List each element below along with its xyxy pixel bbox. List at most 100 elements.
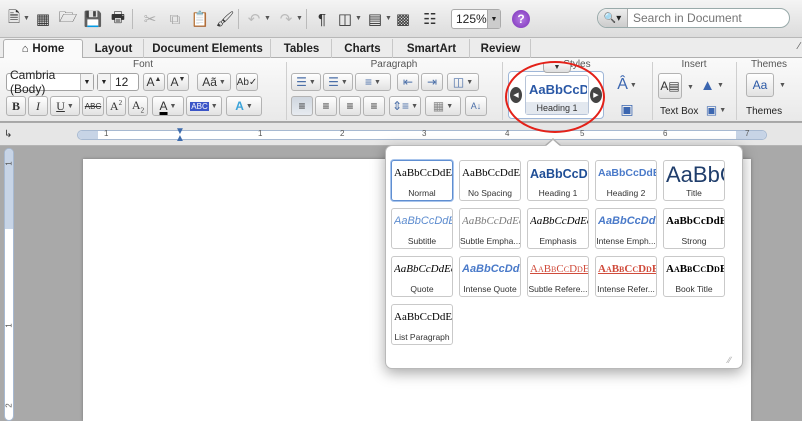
tab-home[interactable]: ⌂ Home — [3, 39, 83, 58]
line-spacing-button[interactable]: ⇕≡ ▼ — [389, 96, 421, 116]
grow-font-button[interactable]: A▲ — [143, 73, 165, 91]
chevron-down-icon[interactable]: ▼ — [98, 74, 111, 90]
style-tile-intense-emphasis[interactable]: AaBbCcDdE Intense Emph... — [595, 208, 657, 249]
clear-formatting-button[interactable]: Ab✓ — [236, 73, 258, 91]
styles-gallery[interactable]: ◀ AaBbCcDc Heading 1 ▶ — [508, 71, 604, 119]
paste-icon[interactable]: 📋 — [190, 9, 210, 29]
align-right-button[interactable]: ≡ — [339, 96, 361, 116]
open-folder-icon[interactable]: 🗁 — [58, 9, 78, 29]
tab-document-elements[interactable]: Document Elements — [145, 39, 271, 58]
underline-button[interactable]: U ▼ — [50, 96, 80, 116]
shapes-button[interactable]: ▲ ▼ — [697, 73, 727, 97]
style-tile-list-paragraph[interactable]: AaBbCcDdEe List Paragraph — [391, 304, 453, 345]
search-field[interactable]: 🔍▾ — [597, 8, 790, 28]
vertical-ruler[interactable]: 1 1 2 — [4, 148, 14, 421]
style-tile-heading-1[interactable]: AaBbCcDc Heading 1 — [525, 75, 589, 115]
format-painter-icon[interactable]: 🖌 — [215, 9, 235, 29]
increase-indent-button[interactable]: ⇥ — [421, 73, 443, 91]
style-tile-book-title[interactable]: AaBbCcDdEe Book Title — [663, 256, 725, 297]
toolbox-icon[interactable]: ☷ — [420, 9, 440, 29]
media-browser-icon[interactable]: ▤ — [365, 9, 385, 29]
themes-label[interactable]: Themes — [746, 106, 782, 117]
style-tile-subtle-reference[interactable]: AaBbCcDdEe Subtle Refere... — [527, 256, 589, 297]
styles-inspector-button[interactable]: ▣ — [616, 100, 638, 118]
style-tile-normal[interactable]: AaBbCcDdEe Normal — [391, 160, 453, 201]
ribbon-collapse-icon[interactable]: ∕ — [798, 41, 800, 52]
gallery-next-icon[interactable]: ▶ — [590, 87, 602, 103]
save-icon[interactable]: 💾 — [83, 9, 103, 29]
tab-stop-selector-icon[interactable]: ↳ — [4, 129, 12, 140]
align-left-button[interactable]: ≡ — [291, 96, 313, 116]
zoom-select[interactable]: 125% ▼ — [451, 9, 501, 29]
resize-grip-icon[interactable]: ∕∕ — [728, 355, 738, 365]
media-browser-dropdown-icon[interactable]: ▼ — [385, 15, 392, 22]
gallery-previous-icon[interactable]: ◀ — [510, 87, 522, 103]
bold-button[interactable]: B — [6, 96, 26, 116]
style-tile-intense-quote[interactable]: AaBbCcDdE Intense Quote — [459, 256, 521, 297]
new-document-dropdown-icon[interactable]: ▼ — [23, 15, 30, 22]
tab-smartart[interactable]: SmartArt — [394, 39, 470, 58]
multilevel-list-button[interactable]: ≡ ▼ — [355, 73, 391, 91]
cut-icon[interactable]: ✂ — [140, 9, 160, 29]
sort-button[interactable]: A↓ — [465, 96, 487, 116]
decrease-indent-button[interactable]: ⇤ — [397, 73, 419, 91]
view-layout-icon[interactable]: ▩ — [393, 9, 413, 29]
undo-dropdown-icon[interactable]: ▼ — [264, 15, 271, 22]
style-tile-subtle-emphasis[interactable]: AaBbCcDdEe Subtle Empha... — [459, 208, 521, 249]
search-icon[interactable]: 🔍▾ — [598, 9, 628, 27]
columns-button[interactable]: ◫ ▼ — [447, 73, 479, 91]
style-tile-strong[interactable]: AaBbCcDdE Strong — [663, 208, 725, 249]
undo-icon[interactable]: ↶ — [244, 9, 264, 29]
chevron-down-icon[interactable]: ▼ — [687, 84, 694, 91]
sidebar-dropdown-icon[interactable]: ▼ — [355, 15, 362, 22]
style-tile-heading-2[interactable]: AaBbCcDdEe Heading 2 — [595, 160, 657, 201]
subscript-button[interactable]: A2 — [128, 96, 148, 116]
redo-icon[interactable]: ↷ — [276, 9, 296, 29]
styles-pane-button[interactable]: Â ▼ — [612, 72, 642, 98]
themes-gallery-button[interactable]: Aa — [746, 73, 774, 97]
chevron-down-icon[interactable]: ▼ — [779, 82, 786, 89]
show-formatting-pilcrow-icon[interactable]: ¶ — [312, 9, 332, 29]
picture-button[interactable]: ▣ ▼ — [703, 102, 729, 118]
new-document-icon[interactable]: 🗎 — [4, 9, 24, 29]
sidebar-toggle-icon[interactable]: ◫ — [335, 9, 355, 29]
chevron-down-icon[interactable]: ▼ — [487, 10, 500, 28]
style-tile-subtitle[interactable]: AaBbCcDdE Subtitle — [391, 208, 453, 249]
change-case-button[interactable]: Aã ▼ — [197, 73, 231, 91]
borders-button[interactable]: ▦ ▼ — [425, 96, 461, 116]
style-tile-heading-1[interactable]: AaBbCcDc Heading 1 — [527, 160, 589, 201]
style-tile-emphasis[interactable]: AaBbCcDdEe Emphasis — [527, 208, 589, 249]
indent-marker-icon[interactable]: ▼ ▲ — [175, 127, 185, 144]
text-box-label[interactable]: Text Box — [660, 106, 698, 117]
copy-icon[interactable]: ⧉ — [165, 9, 185, 29]
print-icon[interactable]: 🖶 — [108, 9, 128, 29]
tab-tables[interactable]: Tables — [272, 39, 332, 58]
highlight-button[interactable]: ABC ▼ — [186, 96, 222, 116]
search-input[interactable] — [628, 11, 783, 25]
text-box-button[interactable]: A▤ — [658, 73, 682, 99]
font-size-select[interactable]: ▼ 12 — [97, 73, 139, 91]
style-tile-intense-reference[interactable]: AaBbCcDdEe Intense Refer... — [595, 256, 657, 297]
redo-dropdown-icon[interactable]: ▼ — [296, 15, 303, 22]
styles-gallery-more-button[interactable]: ▼ — [543, 63, 571, 73]
text-effects-button[interactable]: A ▼ — [226, 96, 262, 116]
help-icon[interactable]: ? — [512, 10, 530, 28]
italic-button[interactable]: I — [28, 96, 48, 116]
style-tile-quote[interactable]: AaBbCcDdEe Quote — [391, 256, 453, 297]
tab-layout[interactable]: Layout — [84, 39, 144, 58]
font-color-button[interactable]: A ▼ — [152, 96, 184, 116]
tab-charts[interactable]: Charts — [333, 39, 393, 58]
justify-button[interactable]: ≡ — [363, 96, 385, 116]
templates-gallery-icon[interactable]: ▦ — [33, 9, 53, 29]
font-name-select[interactable]: Cambria (Body) ▼ — [6, 68, 94, 96]
tab-review[interactable]: Review — [471, 39, 531, 58]
shrink-font-button[interactable]: A▼ — [167, 73, 189, 91]
style-tile-title[interactable]: AaBbC Title — [663, 160, 725, 201]
numbering-button[interactable]: ☰ ▼ — [323, 73, 353, 91]
bullets-button[interactable]: ☰ ▼ — [291, 73, 321, 91]
align-center-button[interactable]: ≡ — [315, 96, 337, 116]
strikethrough-button[interactable]: ABC — [82, 96, 104, 116]
superscript-button[interactable]: A2 — [106, 96, 126, 116]
style-tile-no-spacing[interactable]: AaBbCcDdEe No Spacing — [459, 160, 521, 201]
chevron-down-icon[interactable]: ▼ — [80, 74, 93, 90]
